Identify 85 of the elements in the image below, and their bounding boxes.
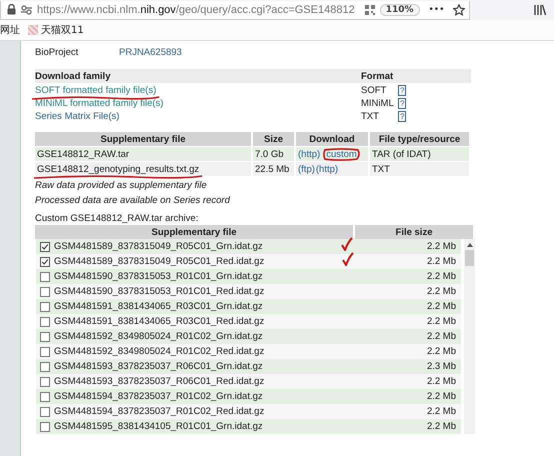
family-file-link[interactable]: MINiML formatted family file(s) [35, 98, 164, 109]
file-name: GSM4481591_8381434065_R03C01_Red.idat.gz [54, 316, 266, 327]
file-type: TXT [370, 162, 469, 176]
checkbox[interactable] [40, 256, 50, 266]
column-header: Download family [35, 70, 112, 82]
column-header: File type/resource [370, 132, 469, 146]
file-name: GSM4481594_8378235037_R01C02_Grn.idat.gz [54, 391, 264, 402]
file-size: 2.2 Mb [426, 376, 457, 387]
scroll-thumb[interactable] [465, 250, 474, 266]
column-header: Format [361, 70, 394, 82]
download-link[interactable]: custom [322, 148, 361, 160]
star-icon[interactable] [453, 4, 466, 16]
qr-code-icon[interactable] [364, 4, 375, 14]
column-header: Supplementary file [35, 225, 353, 239]
relation-link[interactable]: PRJNA625893 [119, 47, 182, 63]
checkbox[interactable] [40, 242, 50, 252]
file-name: GSM4481590_8378315053_R01C01_Grn.idat.gz [54, 271, 264, 282]
file-name: GSM4481593_8378235037_R06C01_Red.idat.gz [54, 376, 266, 387]
file-name: GSM4481592_8349805024_R01C02_Grn.idat.gz [54, 331, 264, 342]
checkbox[interactable] [40, 376, 50, 386]
file-name: GSM4481593_8378235037_R06C01_Grn.idat.gz [54, 361, 264, 372]
file-size: 2.2 Mb [426, 256, 457, 267]
file-size: 2.2 Mb [426, 241, 457, 252]
checkbox[interactable] [40, 316, 50, 326]
file-name: GSE148812_genotyping_results.txt.gz [37, 164, 200, 174]
file-name: GSM4481592_8349805024_R01C02_Red.idat.gz [54, 346, 266, 357]
archive-title: Custom GSE148812_RAW.tar archive: [35, 213, 200, 225]
column-header: Supplementary file [35, 132, 251, 146]
file-name: GSM4481595_8381434105_R01C01_Grn.idat.gz [54, 421, 264, 432]
url-text[interactable]: https://www.ncbi.nlm.nih.gov/geo/query/acc.cgi?acc=GSE148812 [37, 4, 355, 16]
column-header: Size [253, 132, 294, 146]
file-size: 2.2 Mb [426, 331, 457, 342]
relation-label: BioProject [35, 47, 80, 60]
file-size: 2.3 Mb [426, 361, 457, 372]
file-size: 2.2 Mb [426, 286, 457, 297]
format-label: SOFT [361, 85, 388, 96]
library-icon[interactable] [534, 4, 546, 16]
file-size: 2.2 Mb [426, 391, 457, 402]
file-name: GSM4481589_8378315049_R05C01_Red.idat.gz [54, 256, 264, 267]
checkbox[interactable] [40, 362, 50, 372]
column-header: File size [355, 225, 473, 239]
file-size: 2.2 Mb [426, 346, 457, 357]
checkbox[interactable] [40, 302, 50, 312]
file-size: 22.5 Mb [253, 162, 294, 176]
file-name: GSE148812_RAW.tar [37, 148, 130, 160]
zoom-level-button[interactable]: 110% [380, 4, 420, 16]
checkbox[interactable] [40, 332, 50, 342]
file-name: GSM4481591_8381434065_R03C01_Grn.idat.gz [54, 301, 264, 312]
file-name: GSM4481590_8378315053_R01C01_Red.idat.gz [54, 286, 266, 297]
file-name: GSM4481589_8378315049_R05C01_Grn.idat.gz [54, 241, 263, 252]
bookmark-link[interactable]: 天猫双11 [28, 23, 84, 37]
download-link[interactable]: (http) [298, 148, 320, 160]
file-size: 2.2 Mb [426, 316, 457, 327]
checkbox[interactable] [40, 346, 50, 356]
checkbox[interactable] [40, 422, 50, 432]
lock-icon [7, 4, 16, 15]
favicon-icon [28, 25, 38, 35]
family-file-link[interactable]: Series Matrix File(s) [35, 111, 120, 122]
note-text: Processed data are available on Series record [35, 194, 232, 208]
page-actions-button[interactable]: ••• [428, 4, 444, 14]
file-size: 2.2 Mb [426, 301, 457, 312]
sliders-icon[interactable] [21, 4, 32, 14]
file-size: 2.2 Mb [426, 406, 457, 417]
bookmark-link[interactable]: 网址 [0, 23, 20, 37]
file-size: 2.2 Mb [426, 271, 457, 282]
help-button[interactable]: ? [398, 111, 406, 122]
download-link[interactable]: (ftp) [298, 164, 315, 174]
scrollbar[interactable] [464, 239, 475, 434]
help-button[interactable]: ? [398, 98, 406, 109]
download-link[interactable]: (http) [316, 164, 338, 174]
checkbox[interactable] [40, 392, 50, 402]
column-header: Download [296, 132, 368, 146]
file-size: 7.0 Gb [253, 147, 294, 161]
checkbox[interactable] [40, 286, 50, 296]
family-file-link[interactable]: SOFT formatted family file(s) [35, 85, 156, 96]
file-name: GSM4481594_8378235037_R01C02_Red.idat.gz [54, 406, 266, 417]
checkbox[interactable] [40, 406, 50, 416]
checkbox[interactable] [40, 272, 50, 282]
note-text: Raw data provided as supplementary file [35, 179, 208, 193]
address-bar[interactable]: https://www.ncbi.nlm.nih.gov/geo/query/acc.cgi?acc=GSE148812 110% ••• [0, 0, 470, 20]
file-type: TAR (of IDAT) [370, 147, 469, 161]
format-label: MINiML [361, 98, 394, 109]
file-size: 2.2 Mb [426, 421, 457, 432]
help-button[interactable]: ? [398, 85, 406, 96]
format-label: TXT [361, 111, 380, 122]
